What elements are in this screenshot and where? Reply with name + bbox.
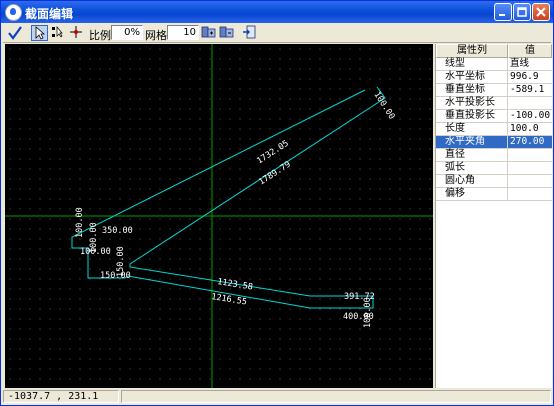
- property-value[interactable]: 996.9: [508, 71, 552, 84]
- property-name: 偏移: [436, 188, 508, 201]
- property-row[interactable]: 水平夹角 270.00: [436, 136, 552, 149]
- select-tool-button[interactable]: [31, 25, 48, 41]
- property-value-header[interactable]: 值: [508, 44, 552, 58]
- drawing-canvas[interactable]: 1732.05 1789.79 100.00 350.00 100.00 100…: [5, 44, 433, 388]
- status-message: [121, 390, 551, 403]
- dim-label-100-top: 100.00: [371, 90, 396, 121]
- dim-label-1216: 1216.55: [211, 292, 248, 307]
- property-name-header[interactable]: 属性列: [436, 44, 508, 58]
- zoom-in-button[interactable]: [201, 25, 218, 41]
- maximize-button[interactable]: [513, 3, 531, 21]
- property-row[interactable]: 水平投影长: [436, 97, 552, 110]
- property-row[interactable]: 长度 100.0: [436, 123, 552, 136]
- dim-label-100-right: 100.00: [363, 297, 373, 328]
- minimize-icon: [499, 14, 505, 16]
- property-name: 弧长: [436, 162, 508, 175]
- property-value[interactable]: 270.00: [508, 136, 552, 149]
- scale-input[interactable]: [111, 25, 143, 40]
- section-drawing: 1732.05 1789.79 100.00 350.00 100.00 100…: [5, 44, 433, 388]
- zoom-in-icon: [201, 26, 216, 38]
- fit-view-button[interactable]: [241, 25, 258, 41]
- property-value[interactable]: -100.00: [508, 110, 552, 123]
- property-value[interactable]: [508, 97, 552, 110]
- property-grid: 属性列 值 线型 直线 水平坐标 996.9 垂直坐标 -589.1 水平投影长 垂直投影长 -…: [435, 44, 552, 388]
- zoom-out-button[interactable]: [219, 25, 236, 41]
- scale-label: 比例: [89, 29, 111, 42]
- property-name: 垂直坐标: [436, 84, 508, 97]
- crosshair-point-icon: [70, 26, 82, 38]
- point-tool-button[interactable]: [69, 25, 86, 41]
- property-value[interactable]: -589.1: [508, 84, 552, 97]
- property-row[interactable]: 直径: [436, 149, 552, 162]
- property-value[interactable]: [508, 149, 552, 162]
- maximize-icon: [517, 7, 527, 17]
- property-value[interactable]: [508, 162, 552, 175]
- close-icon: [536, 7, 546, 17]
- dim-label-100-bottom: 100.00: [80, 247, 111, 257]
- property-name: 长度: [436, 123, 508, 136]
- minimize-button[interactable]: [494, 3, 512, 21]
- cursor-coordinates: -1037.7 , 231.1: [3, 390, 119, 403]
- property-name: 水平夹角: [436, 136, 508, 149]
- confirm-button[interactable]: [7, 25, 24, 41]
- node-edit-tool-button[interactable]: [51, 25, 68, 41]
- window-title: 截面编辑: [25, 7, 74, 21]
- node-pointer-icon: [52, 26, 63, 38]
- property-row[interactable]: 弧长: [436, 162, 552, 175]
- property-row[interactable]: 圆心角: [436, 175, 552, 188]
- zoom-out-icon: [219, 26, 234, 38]
- property-value[interactable]: [508, 188, 552, 201]
- property-row[interactable]: 水平坐标 996.9: [436, 71, 552, 84]
- property-value[interactable]: 100.0: [508, 123, 552, 136]
- property-name: 直径: [436, 149, 508, 162]
- app-icon: [5, 4, 22, 21]
- property-value[interactable]: 直线: [508, 58, 552, 71]
- property-name: 水平投影长: [436, 97, 508, 110]
- status-bar: -1037.7 , 231.1: [3, 390, 551, 404]
- property-row[interactable]: 偏移: [436, 188, 552, 201]
- checkmark-icon: [8, 26, 22, 40]
- section-editor-window: 截面编辑 比例 网格: [0, 0, 554, 406]
- pointer-icon: [35, 26, 46, 40]
- property-name: 垂直投影长: [436, 110, 508, 123]
- toolbar: 比例 网格: [3, 24, 551, 43]
- grid-input[interactable]: [167, 25, 199, 40]
- grid-label: 网格: [145, 29, 167, 42]
- dim-label-350: 350.00: [102, 226, 133, 236]
- property-value[interactable]: [508, 175, 552, 188]
- property-name: 水平坐标: [436, 71, 508, 84]
- property-row[interactable]: 垂直投影长 -100.00: [436, 110, 552, 123]
- close-button[interactable]: [532, 3, 550, 21]
- dim-label-150: 150.00: [100, 271, 131, 281]
- property-name: 圆心角: [436, 175, 508, 188]
- dim-label-100-left: 100.00: [75, 207, 85, 238]
- title-bar[interactable]: 截面编辑: [1, 1, 553, 23]
- property-row[interactable]: 线型 直线: [436, 58, 552, 71]
- export-icon: [243, 25, 256, 39]
- dim-label-1123: 1123.58: [217, 277, 254, 292]
- property-row[interactable]: 垂直坐标 -589.1: [436, 84, 552, 97]
- property-name: 线型: [436, 58, 508, 71]
